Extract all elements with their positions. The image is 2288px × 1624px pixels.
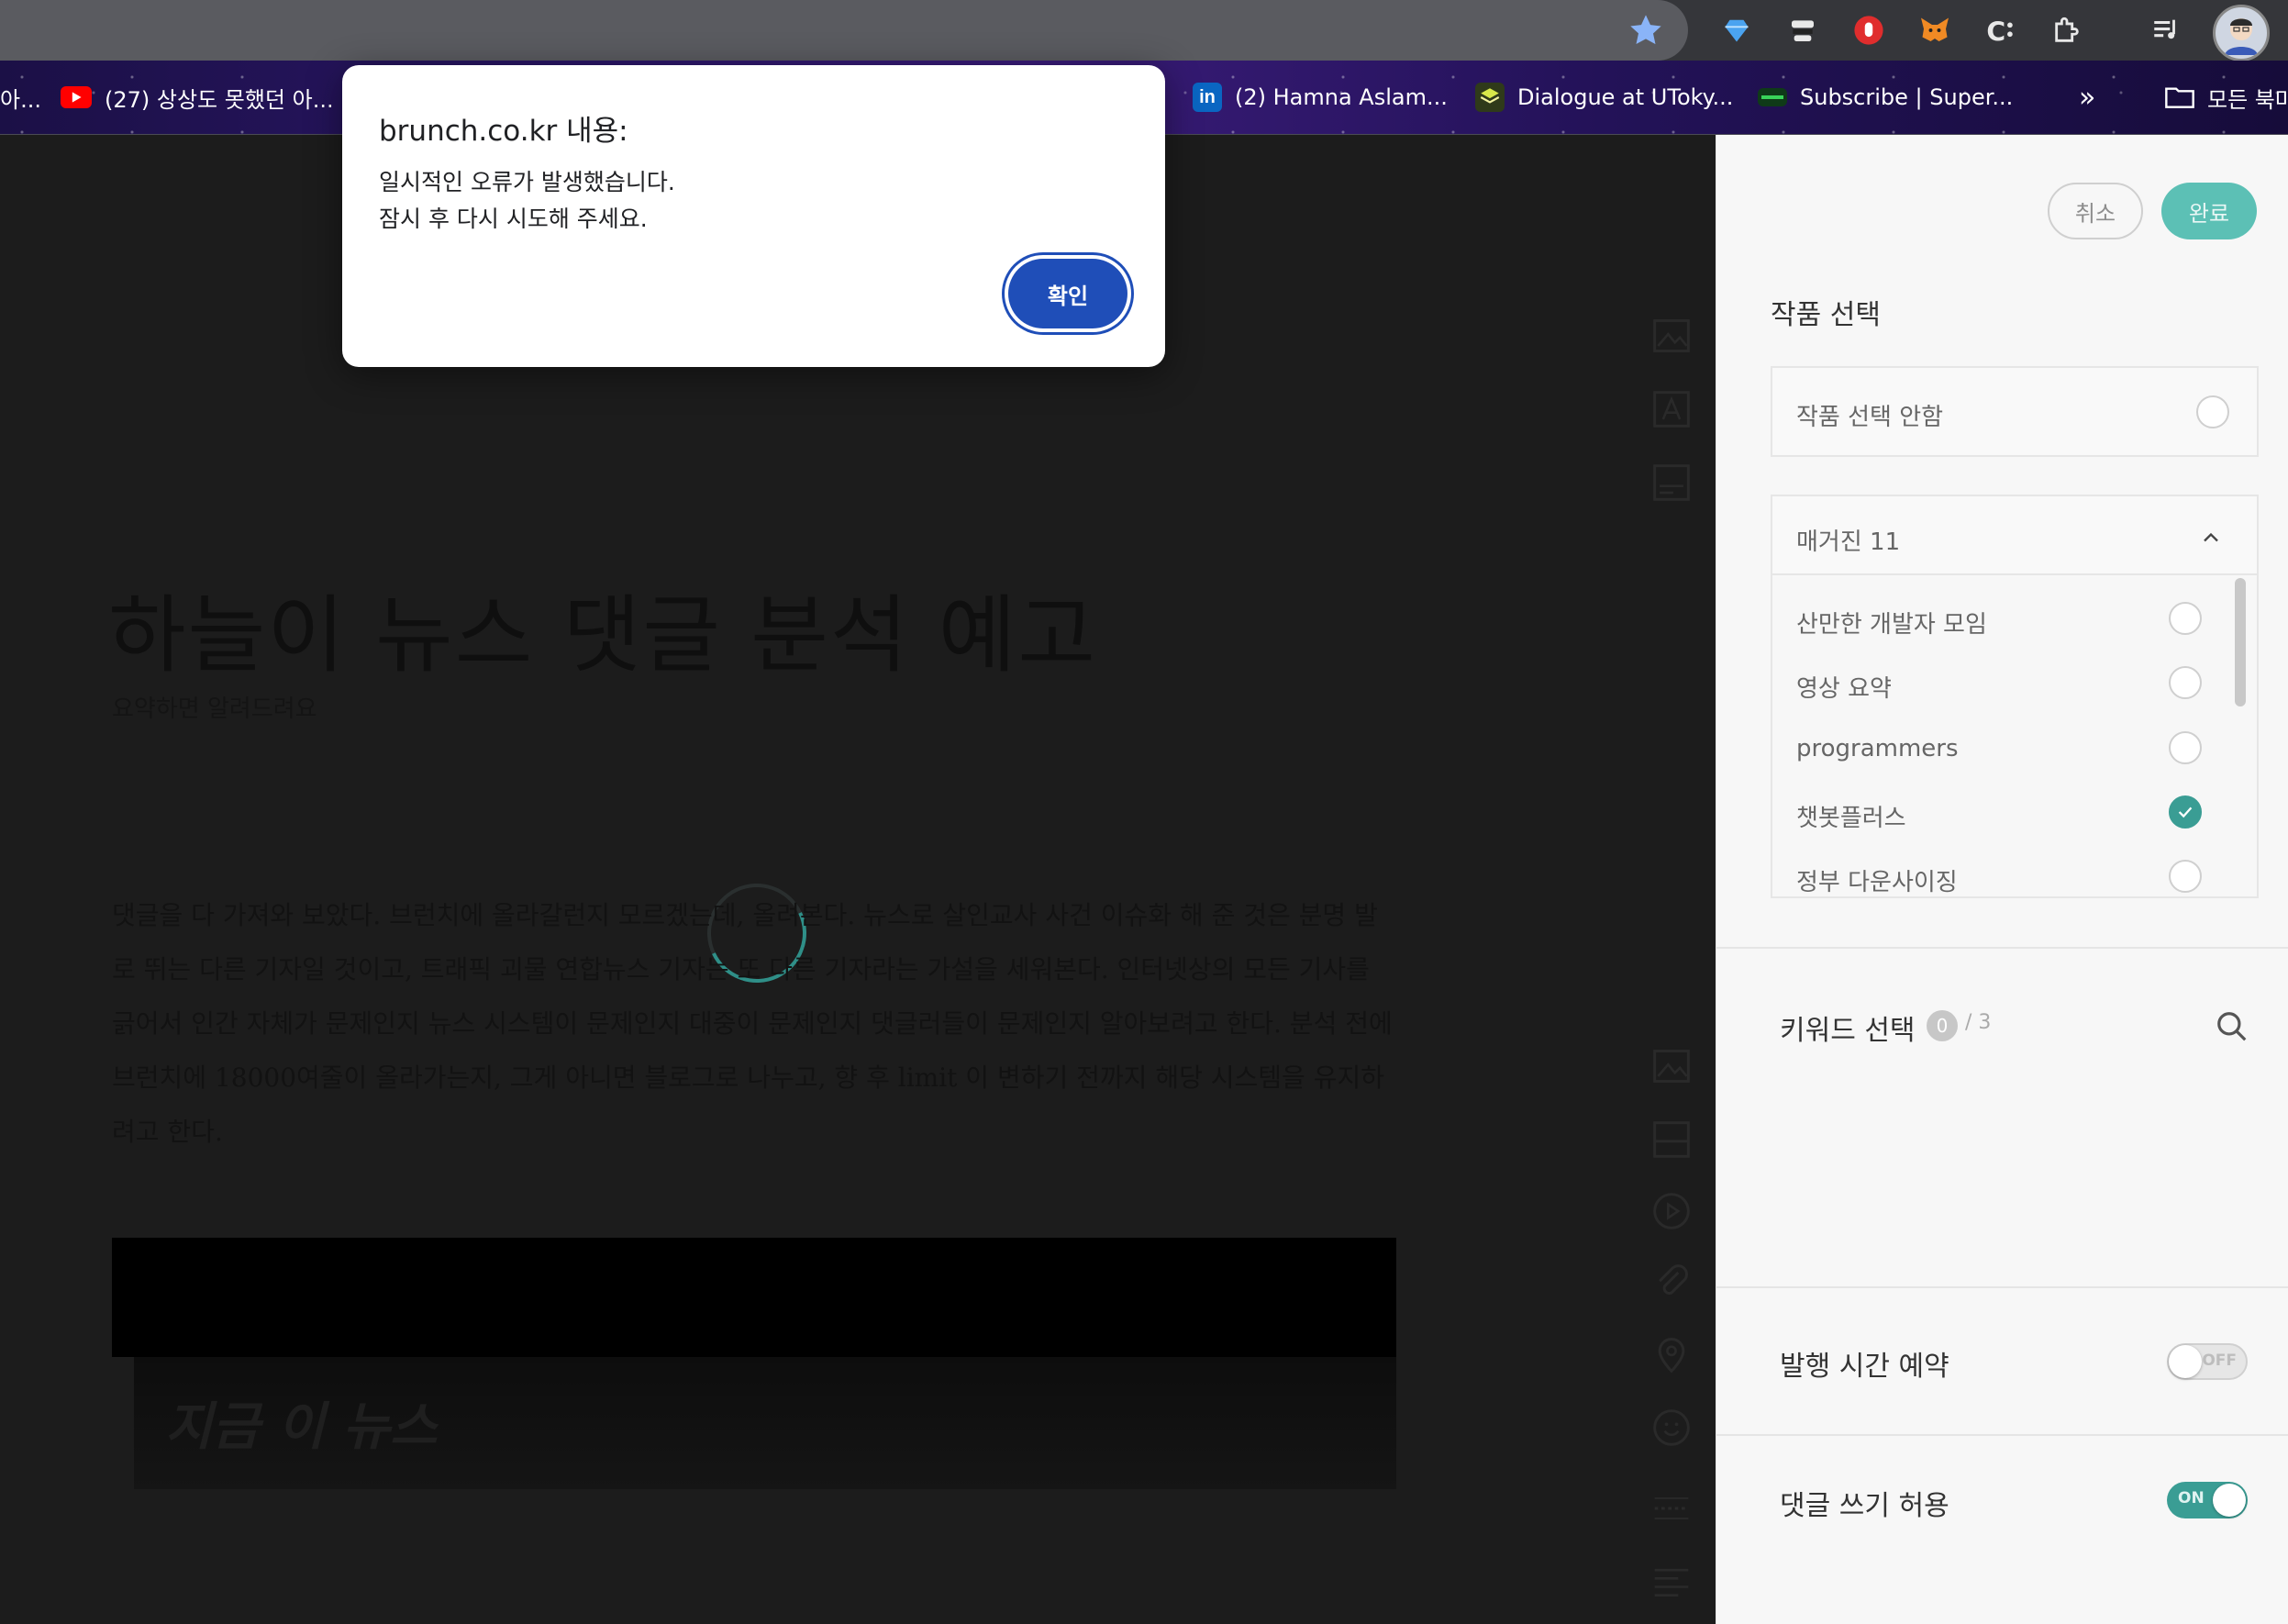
divider bbox=[1716, 1434, 2288, 1436]
magazine-item[interactable]: 영상 요약 bbox=[1796, 670, 1892, 704]
magazine-radio[interactable] bbox=[2169, 602, 2202, 635]
extensions-puzzle-icon[interactable] bbox=[2048, 11, 2086, 50]
bookmark-item-subscribe[interactable]: Subscribe | Super... bbox=[1758, 79, 2013, 116]
no-select-label: 작품 선택 안함 bbox=[1796, 404, 1944, 431]
bookmark-label: Dialogue at UToky... bbox=[1517, 84, 1734, 110]
browser-toolbar: C bbox=[0, 0, 2288, 61]
folder-icon bbox=[2165, 83, 2194, 112]
adblock-extension-icon[interactable] bbox=[1849, 11, 1888, 50]
magazine-item[interactable]: programmers bbox=[1796, 735, 1959, 762]
metamask-extension-icon[interactable] bbox=[1916, 11, 1954, 50]
comments-label: 댓글 쓰기 허용 bbox=[1780, 1490, 1949, 1522]
chevron-double-right-icon: » bbox=[2079, 81, 2096, 114]
work-select-title: 작품 선택 bbox=[1771, 299, 1881, 331]
dialog-title: brunch.co.kr 내용: bbox=[379, 115, 628, 148]
post-title[interactable]: 하늘이 뉴스 댓글 분석 예고 bbox=[108, 567, 1097, 689]
keyword-total: / 3 bbox=[1965, 1011, 1992, 1034]
cancel-button[interactable]: 취소 bbox=[2048, 183, 2143, 239]
c-extension-icon[interactable]: C bbox=[1982, 11, 2020, 50]
keyword-label: 키워드 선택 bbox=[1780, 1015, 1916, 1047]
divider bbox=[1716, 1286, 2288, 1288]
video-tool-icon[interactable] bbox=[1649, 1189, 1694, 1233]
ok-button[interactable]: 확인 bbox=[1008, 259, 1127, 328]
check-icon bbox=[2178, 806, 2193, 818]
subscribe-icon bbox=[1758, 88, 1787, 106]
text-style-tool-icon[interactable] bbox=[1649, 387, 1694, 431]
magazine-item[interactable]: 챗봇플러스 bbox=[1796, 799, 1906, 833]
bookmark-item-youtube[interactable]: (27) 상상도 못했던 아... bbox=[61, 79, 334, 116]
keyword-count-badge: 0 bbox=[1927, 1010, 1958, 1041]
schedule-label: 발행 시간 예약 bbox=[1780, 1351, 1949, 1383]
bookmark-label: (27) 상상도 못했던 아... bbox=[105, 86, 334, 113]
divider bbox=[1716, 947, 2288, 949]
attachment-tool-icon[interactable] bbox=[1649, 1261, 1694, 1305]
linkedin-icon: in bbox=[1193, 83, 1222, 112]
bookmark-item-all-bookmarks[interactable]: 모든 북마 bbox=[2165, 79, 2288, 116]
chevron-up-icon[interactable] bbox=[2198, 525, 2224, 554]
address-bar[interactable] bbox=[0, 0, 1688, 61]
toggle-knob bbox=[2213, 1484, 2246, 1517]
media-queue-icon[interactable] bbox=[2147, 11, 2185, 50]
youtube-icon bbox=[61, 86, 92, 108]
insert-image-icon[interactable] bbox=[1649, 1044, 1694, 1088]
svg-text:C: C bbox=[1986, 17, 2005, 46]
divider-tool-icon[interactable] bbox=[1649, 1486, 1694, 1530]
layout-tool-icon[interactable] bbox=[1649, 1118, 1694, 1162]
done-button[interactable]: 완료 bbox=[2161, 183, 2257, 239]
magazine-item[interactable]: 산만한 개발자 모임 bbox=[1796, 606, 1987, 640]
magazine-item-clip: 정부 다운사이징 bbox=[1772, 853, 2231, 895]
subtitle-tool-icon[interactable] bbox=[1649, 461, 1694, 505]
toggle-state: OFF bbox=[2202, 1351, 2237, 1370]
search-icon[interactable] bbox=[2215, 1009, 2249, 1048]
toggle-state: ON bbox=[2178, 1489, 2205, 1507]
video-embed[interactable] bbox=[112, 1238, 1396, 1357]
magazine-radio[interactable] bbox=[2169, 731, 2202, 764]
post-body[interactable]: 댓글을 다 가져와 보았다. 브런치에 올라갈런지 모르겠는데, 올려본다. 뉴… bbox=[112, 888, 1396, 1159]
bookmark-label: 모든 북마 bbox=[2207, 86, 2288, 113]
alert-dialog: brunch.co.kr 내용: 일시적인 오류가 발생했습니다. 잠시 후 다… bbox=[342, 65, 1165, 367]
align-tool-icon[interactable] bbox=[1649, 1560, 1694, 1604]
magazine-item[interactable]: 정부 다운사이징 bbox=[1796, 863, 1958, 895]
no-select-radio[interactable] bbox=[2196, 395, 2229, 428]
bookmark-label: Subscribe | Super... bbox=[1800, 84, 2014, 110]
bookmark-item-0[interactable]: 아... bbox=[0, 79, 41, 116]
bookmark-item-linkedin[interactable]: in (2) Hamna Aslam... bbox=[1193, 79, 1448, 116]
profile-avatar[interactable] bbox=[2213, 5, 2270, 61]
stack-icon bbox=[1475, 83, 1505, 112]
magazine-scrollbar[interactable] bbox=[2235, 578, 2246, 706]
bookmark-item-dialogue[interactable]: Dialogue at UToky... bbox=[1475, 79, 1733, 116]
bookmark-label: 아... bbox=[0, 86, 41, 113]
toggle-knob bbox=[2169, 1345, 2202, 1378]
diamond-extension-icon[interactable] bbox=[1717, 11, 1756, 50]
magazine-radio[interactable] bbox=[2169, 666, 2202, 699]
magazine-radio[interactable] bbox=[2169, 860, 2202, 893]
magazine-header-label: 매거진 11 bbox=[1796, 528, 1901, 556]
dialog-message: 일시적인 오류가 발생했습니다. 잠시 후 다시 시도해 주세요. bbox=[379, 169, 675, 232]
magazine-radio-checked[interactable] bbox=[2169, 795, 2202, 829]
post-subtitle[interactable]: 요약하면 알려드려요 bbox=[112, 690, 317, 724]
bookmark-label: (2) Hamna Aslam... bbox=[1235, 84, 1448, 110]
emoticon-tool-icon[interactable] bbox=[1649, 1406, 1694, 1450]
thumbnail-caption: 지금 이 뉴스 bbox=[165, 1397, 438, 1457]
bookmark-star-icon[interactable] bbox=[1627, 12, 1664, 49]
schedule-toggle[interactable]: OFF bbox=[2167, 1343, 2248, 1380]
location-tool-icon[interactable] bbox=[1649, 1332, 1694, 1376]
spy-extension-icon[interactable] bbox=[1783, 11, 1822, 50]
image-tool-icon[interactable] bbox=[1649, 314, 1694, 358]
comments-toggle[interactable]: ON bbox=[2167, 1482, 2248, 1518]
bookmarks-overflow-button[interactable]: » bbox=[2079, 79, 2095, 116]
